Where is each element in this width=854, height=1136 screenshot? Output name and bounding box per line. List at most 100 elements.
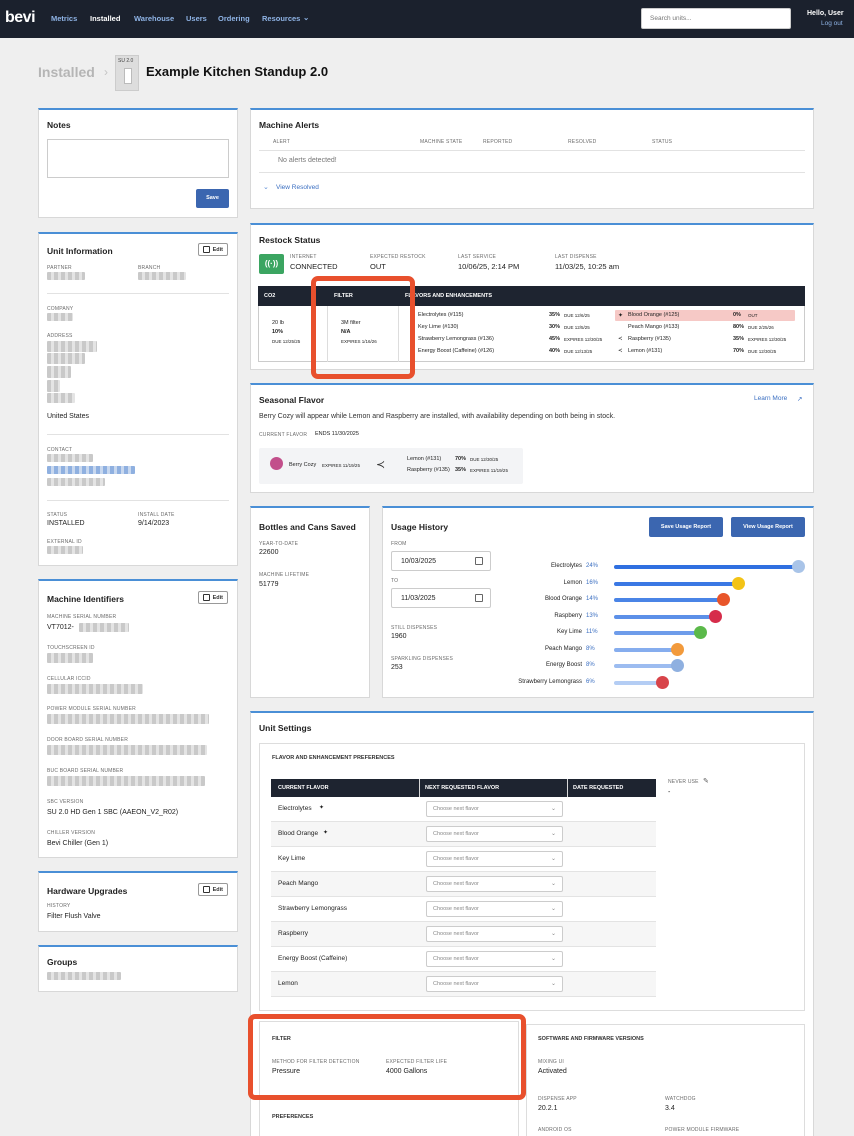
preference-row: Strawberry Lemongrass Choose next flavor ⌄ <box>271 897 656 922</box>
edit-unit-info-button[interactable]: Edit <box>198 243 228 256</box>
current-flavor-cell: Blood Orange <box>278 830 319 837</box>
company-value-redacted <box>47 313 73 321</box>
watchdog-label: WATCHDOG <box>665 1096 696 1102</box>
search-input[interactable] <box>641 8 791 29</box>
external-link-icon[interactable]: ↗ <box>797 395 802 403</box>
flavor-fruit-icon <box>671 642 684 656</box>
power-module-label: POWER MODULE SERIAL NUMBER <box>47 706 136 712</box>
next-flavor-select[interactable]: Choose next flavor ⌄ <box>426 876 563 892</box>
seasonal-flavor-title: Seasonal Flavor <box>259 395 325 405</box>
to-date-input[interactable]: 11/03/2025 <box>391 588 491 608</box>
last-service-value: 10/06/25, 2:14 PM <box>458 262 520 271</box>
sparkling-dispenses-value: 253 <box>391 664 403 671</box>
chevron-down-icon[interactable]: ⌄ <box>263 183 269 191</box>
flavor-fruit-icon <box>694 626 707 639</box>
seasonal-flavor-name: Berry Cozy <box>289 462 317 468</box>
current-flavor-cell: Electrolytes <box>278 805 312 812</box>
dispense-app-label: DISPENSE APP <box>538 1096 577 1102</box>
flavor-fruit-icon <box>732 576 745 590</box>
sbc-value: SU 2.0 HD Gen 1 SBC (AAEON_V2_R02) <box>47 809 179 816</box>
restock-flavor-name: Strawberry Lemongrass (#136) <box>418 336 494 342</box>
unit-information-title: Unit Information <box>47 246 113 256</box>
edit-hardware-button[interactable]: Edit <box>198 883 228 896</box>
bottles-saved-card <box>250 506 370 698</box>
history-value: Filter Flush Valve <box>47 913 101 920</box>
nav-users[interactable]: Users <box>186 14 207 23</box>
restock-flavor-name: Energy Boost (Caffeine) (#126) <box>418 348 495 354</box>
flavor-fruit-icon <box>717 593 730 606</box>
usage-bar-label: Lemon <box>563 579 582 586</box>
usage-bar <box>614 581 735 586</box>
groups-card <box>38 945 238 992</box>
next-flavor-select[interactable]: Choose next flavor ⌄ <box>426 951 563 967</box>
col-alert: ALERT <box>273 139 291 145</box>
edit-identifiers-button[interactable]: Edit <box>198 591 228 604</box>
restock-flavor-note: EXPIRES 12/30/25 <box>748 337 787 342</box>
restock-flavor-note: DUE 12/13/25 <box>564 349 593 354</box>
sbc-label: SBC VERSION <box>47 799 84 805</box>
nav-metrics[interactable]: Metrics <box>51 14 77 23</box>
partner-value-redacted <box>47 272 85 280</box>
next-flavor-select[interactable]: Choose next flavor ⌄ <box>426 851 563 867</box>
seasonal-dep-note: EXPIRES 11/19/25 <box>470 468 508 473</box>
usage-bar <box>614 614 712 619</box>
bevi-logo[interactable]: bevi <box>5 9 36 27</box>
merge-icon: ≺ <box>618 336 623 342</box>
save-usage-report-button[interactable]: Save Usage Report <box>649 517 723 537</box>
edit-icon[interactable]: ✎ <box>703 777 709 785</box>
next-flavor-select[interactable]: Choose next flavor ⌄ <box>426 801 563 817</box>
nav-installed[interactable]: Installed <box>90 14 120 23</box>
bottles-saved-title: Bottles and Cans Saved <box>259 522 356 532</box>
chevron-down-icon: ⌄ <box>550 931 556 937</box>
next-flavor-select[interactable]: Choose next flavor ⌄ <box>426 826 563 842</box>
partner-label: PARTNER <box>47 265 72 271</box>
contact-email-redacted[interactable] <box>47 466 135 474</box>
next-flavor-select[interactable]: Choose next flavor ⌄ <box>426 901 563 917</box>
next-flavor-select[interactable]: Choose next flavor ⌄ <box>426 926 563 942</box>
calendar-icon[interactable] <box>475 557 483 565</box>
restock-flavor-pct: 40% <box>549 348 561 354</box>
from-label: FROM <box>391 541 407 547</box>
never-use-value: - <box>668 789 671 796</box>
view-resolved-link[interactable]: View Resolved <box>276 184 319 191</box>
logout-link[interactable]: Log out <box>821 20 843 27</box>
calendar-icon[interactable] <box>475 594 483 602</box>
from-date-input[interactable]: 10/03/2025 <box>391 551 491 571</box>
edit-icon <box>203 246 210 253</box>
sparkling-dispenses-label: SPARKLING DISPENSES <box>391 656 454 662</box>
usage-bar-pct: 8% <box>586 662 595 668</box>
iccid-label: CELLULAR ICCID <box>47 676 91 682</box>
buc-board-redacted <box>47 776 205 786</box>
col-status: STATUS <box>652 139 673 145</box>
ytd-label: YEAR-TO-DATE <box>259 541 299 547</box>
current-flavor-cell: Raspberry <box>278 930 308 937</box>
berry-cozy-icon <box>270 457 283 470</box>
save-notes-button[interactable]: Save <box>196 189 229 208</box>
learn-more-link[interactable]: Learn More <box>754 395 787 402</box>
unit-badge: SU 2.0 <box>115 55 139 91</box>
seasonal-flavor-expires: EXPIRES 11/19/25 <box>322 463 360 468</box>
breadcrumb-installed[interactable]: Installed <box>38 64 95 80</box>
company-label: COMPANY <box>47 306 74 312</box>
seasonal-dep-pct: 35% <box>455 467 467 473</box>
next-flavor-select[interactable]: Choose next flavor ⌄ <box>426 976 563 992</box>
usage-bar-label: Strawberry Lemongrass <box>518 678 582 685</box>
flavor-fruit-icon <box>671 659 684 672</box>
chevron-down-icon[interactable]: ⌄ <box>303 13 309 22</box>
view-usage-report-button[interactable]: View Usage Report <box>731 517 805 537</box>
notes-textarea[interactable] <box>47 139 229 178</box>
enhancement-icon: ✦ <box>323 830 329 836</box>
still-dispenses-value: 1960 <box>391 633 407 640</box>
nav-warehouse[interactable]: Warehouse <box>134 14 174 23</box>
usage-bar-pct: 14% <box>586 596 599 602</box>
expected-restock-label: EXPECTED RESTOCK <box>370 254 426 260</box>
seasonal-dep-name: Raspberry (#135) <box>407 467 450 473</box>
mixing-ui-value: Activated <box>538 1068 567 1075</box>
serial-label: MACHINE SERIAL NUMBER <box>47 614 117 620</box>
usage-bar-label: Key Lime <box>556 629 582 635</box>
dispense-app-value: 20.2.1 <box>538 1105 558 1112</box>
usage-bar <box>614 664 674 668</box>
nav-resources[interactable]: Resources <box>262 14 300 23</box>
nav-ordering[interactable]: Ordering <box>218 14 250 23</box>
restock-flavor-pct: 70% <box>733 348 745 354</box>
